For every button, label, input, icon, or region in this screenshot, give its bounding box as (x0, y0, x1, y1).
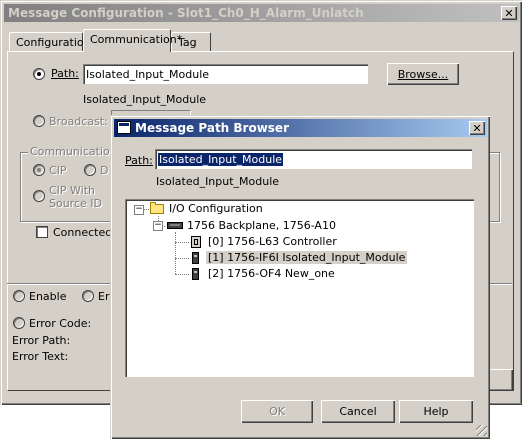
tree-line (175, 258, 189, 259)
connected-checkbox[interactable] (36, 226, 48, 238)
broadcast-radio[interactable] (33, 115, 45, 127)
tree-item-module-2[interactable]: [2] 1756-OF4 New_one (206, 267, 337, 280)
cip-radio[interactable] (33, 164, 45, 176)
path-input[interactable]: Isolated_Input_Module (83, 64, 368, 84)
error-code-label: Error Code: (29, 317, 92, 330)
help-button[interactable]: Help (399, 400, 473, 423)
enable-waiting-label: Er (98, 290, 110, 303)
cancel-button[interactable]: Cancel (321, 400, 395, 423)
dialog-title-bar[interactable]: Message Path Browser ✕ (114, 119, 487, 137)
tree-line (175, 242, 189, 243)
app-icon (117, 121, 131, 134)
main-window-title: Message Configuration - Slot1_Ch0_H_Alar… (8, 6, 364, 20)
tree-line (175, 274, 189, 275)
tree-item-io-configuration[interactable]: I/O Configuration (169, 202, 263, 215)
cip-with-source-radio[interactable] (33, 190, 45, 202)
dh-label: D (100, 164, 109, 177)
error-path-label: Error Path: (12, 334, 71, 347)
tree-item-module-1[interactable]: [1] 1756-IF6I Isolated_Input_Module (206, 251, 408, 264)
dialog-path-label: Path: (125, 154, 153, 167)
error-indicator (13, 317, 25, 329)
collapse-icon[interactable]: − (134, 205, 144, 215)
close-icon: ✕ (504, 6, 514, 20)
dialog-close-button[interactable]: ✕ (469, 121, 485, 135)
tree-item-module-0[interactable]: [0] 1756-L63 Controller (206, 235, 339, 248)
close-icon: ✕ (472, 121, 482, 135)
dialog-path-selected-text: Isolated_Input_Module (158, 152, 284, 166)
tab-configuration[interactable]: Configuration (9, 32, 91, 51)
ok-button[interactable]: OK (241, 400, 313, 423)
tree-line (175, 232, 176, 274)
message-path-browser-dialog: Message Path Browser ✕ Path: Isolated_In… (110, 115, 490, 439)
module-icon (192, 252, 199, 264)
enable-label: Enable (29, 290, 67, 303)
connected-label: Connected (53, 226, 113, 239)
backplane-icon (167, 222, 183, 229)
cip-label: CIP (49, 164, 67, 177)
hidden-button[interactable] (489, 369, 513, 391)
path-radio[interactable] (33, 68, 45, 80)
folder-icon (150, 202, 164, 214)
dialog-path-resolved-text: Isolated_Input_Module (156, 175, 280, 188)
enable-indicator (13, 290, 25, 302)
error-text-label: Error Text: (12, 350, 69, 363)
broadcast-label: Broadcast: (49, 115, 108, 128)
dialog-path-input[interactable]: Isolated_Input_Module (155, 149, 472, 169)
tab-communication[interactable]: Communication* (83, 29, 182, 52)
module-icon (192, 268, 199, 280)
size-grip-icon[interactable] (476, 425, 487, 436)
collapse-icon[interactable]: − (153, 221, 163, 231)
enable-waiting-indicator (82, 290, 94, 302)
dialog-title: Message Path Browser (135, 121, 289, 135)
dh-radio[interactable] (84, 164, 96, 176)
main-close-button[interactable]: ✕ (501, 6, 517, 20)
tree-item-backplane[interactable]: 1756 Backplane, 1756-A10 (187, 219, 336, 232)
browse-button[interactable]: Browse... (387, 63, 459, 85)
io-tree-view[interactable]: − I/O Configuration − 1756 Backplane, 17… (125, 199, 474, 377)
controller-icon (191, 236, 201, 248)
path-resolved-text: Isolated_Input_Module (83, 93, 207, 106)
path-label: Path: (51, 67, 79, 80)
main-title-bar[interactable]: Message Configuration - Slot1_Ch0_H_Alar… (4, 4, 519, 22)
cip-with-source-label-2: Source ID (49, 197, 102, 210)
cip-with-source-label-1: CIP With (49, 184, 96, 197)
